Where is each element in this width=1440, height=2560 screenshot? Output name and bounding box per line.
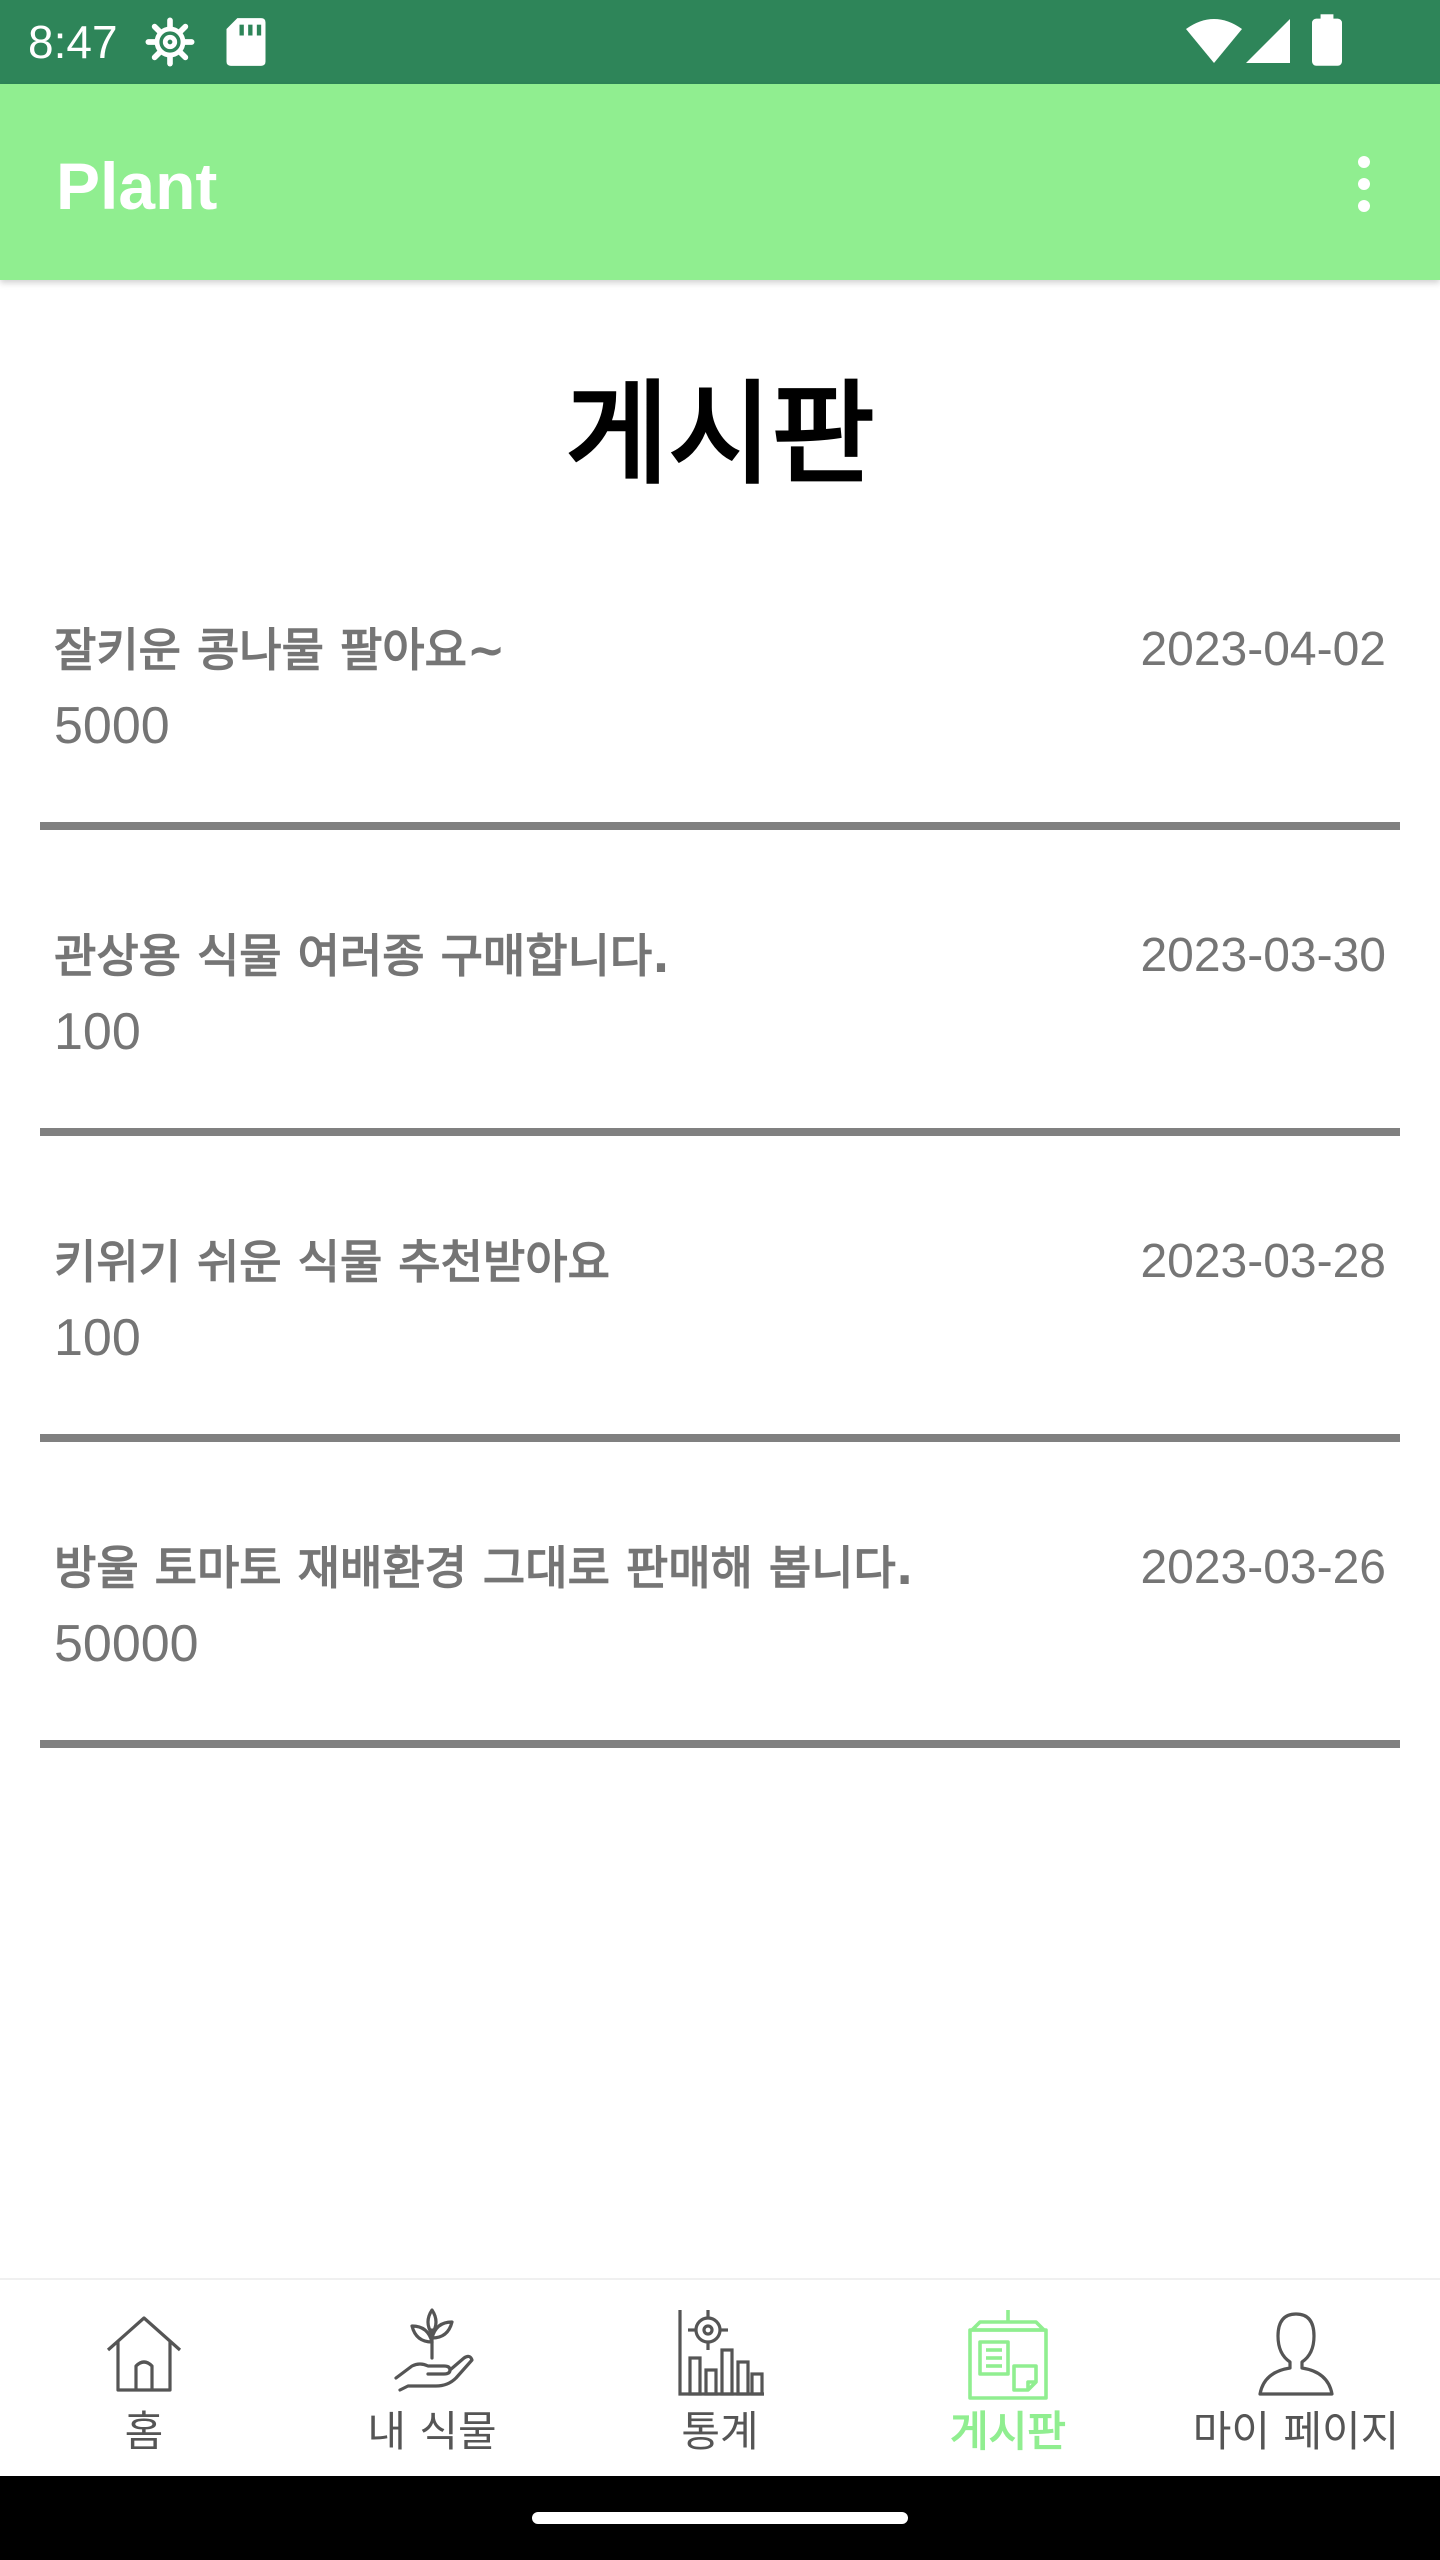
chart-icon xyxy=(678,2310,764,2396)
more-options-button[interactable] xyxy=(1336,142,1392,226)
nav-label: 통계 xyxy=(681,2407,759,2456)
post-date: 2023-03-28 xyxy=(1140,1235,1386,1288)
post-date: 2023-04-02 xyxy=(1140,623,1386,676)
post-title: 키위기 쉬운 식물 추천받아요 xyxy=(54,1235,610,1289)
more-vert-icon-dot xyxy=(1358,200,1370,212)
post-date: 2023-03-26 xyxy=(1140,1541,1386,1594)
home-gesture-handle[interactable] xyxy=(532,2512,908,2524)
signal-icon xyxy=(1246,18,1290,68)
more-vert-icon-dot xyxy=(1358,178,1370,190)
battery-icon xyxy=(1312,14,1342,70)
nav-item-statistics[interactable]: 통계 xyxy=(576,2280,864,2478)
home-icon xyxy=(106,2316,182,2392)
post-price: 5000 xyxy=(54,697,170,755)
post-price: 100 xyxy=(54,1309,141,1367)
post-title: 잘키운 콩나물 팔아요~ xyxy=(54,623,506,677)
post-item[interactable]: 잘키운 콩나물 팔아요~ 5000 2023-04-02 xyxy=(40,600,1400,840)
post-date: 2023-03-30 xyxy=(1140,929,1386,982)
nav-label: 게시판 xyxy=(950,2407,1066,2456)
post-item[interactable]: 관상용 식물 여러종 구매합니다. 100 2023-03-30 xyxy=(40,906,1400,1146)
nav-item-my-page[interactable]: 마이 페이지 xyxy=(1152,2280,1440,2478)
settings-icon xyxy=(144,16,196,72)
divider xyxy=(40,1434,1400,1442)
nav-item-my-plants[interactable]: 내 식물 xyxy=(288,2280,576,2478)
status-bar: 8:47 xyxy=(0,0,1440,84)
more-vert-icon xyxy=(1358,156,1370,168)
divider xyxy=(40,1128,1400,1136)
person-icon xyxy=(1258,2312,1334,2396)
system-gesture-bar xyxy=(0,2476,1440,2560)
nav-label: 내 식물 xyxy=(367,2407,497,2456)
post-item[interactable]: 방울 토마토 재배환경 그대로 판매해 봅니다. 50000 2023-03-2… xyxy=(40,1518,1400,1758)
post-item[interactable]: 키위기 쉬운 식물 추천받아요 100 2023-03-28 xyxy=(40,1212,1400,1452)
page-title: 게시판 xyxy=(565,370,875,500)
status-time: 8:47 xyxy=(28,16,118,68)
post-price: 50000 xyxy=(54,1615,199,1673)
board-icon xyxy=(968,2310,1048,2400)
post-title: 방울 토마토 재배환경 그대로 판매해 봅니다. xyxy=(54,1541,914,1595)
wifi-icon xyxy=(1186,18,1242,68)
app-title: Plant xyxy=(56,149,218,223)
plant-hand-icon xyxy=(394,2308,474,2392)
divider xyxy=(40,822,1400,830)
post-title: 관상용 식물 여러종 구매합니다. xyxy=(54,929,670,983)
nav-item-home[interactable]: 홈 xyxy=(0,2280,288,2478)
nav-label: 마이 페이지 xyxy=(1192,2407,1400,2456)
nav-item-board[interactable]: 게시판 xyxy=(864,2280,1152,2478)
post-price: 100 xyxy=(54,1003,141,1061)
app-bar: Plant xyxy=(0,84,1440,280)
divider xyxy=(40,1740,1400,1748)
sd-card-icon xyxy=(222,16,270,72)
nav-label: 홈 xyxy=(124,2407,164,2456)
bottom-navigation: 홈 내 식물 통계 게시판 마이 페이지 xyxy=(0,2278,1440,2476)
